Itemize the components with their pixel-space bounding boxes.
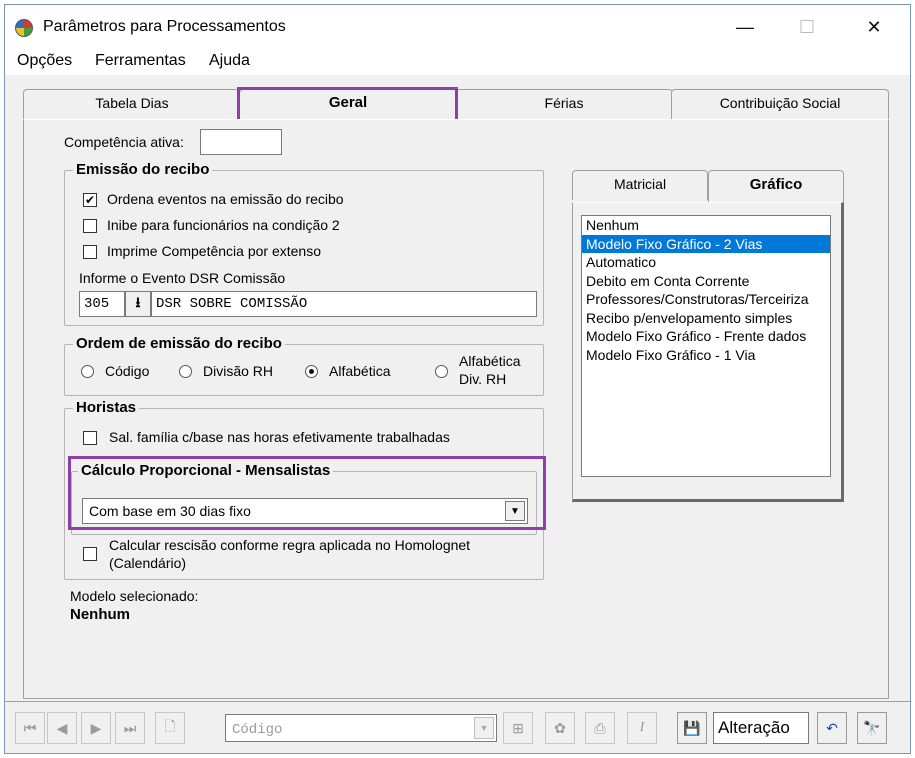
- dsr-label: Informe o Evento DSR Comissão: [79, 270, 286, 286]
- ordem-title: Ordem de emissão do recibo: [73, 335, 285, 352]
- radio-alfabetica[interactable]: [305, 365, 318, 378]
- record-search-placeholder: Código: [232, 722, 283, 738]
- modelo-list-item[interactable]: Nenhum: [582, 216, 830, 235]
- modelo-list-item[interactable]: Recibo p/envelopamento simples: [582, 309, 830, 328]
- radio-codigo-label: Código: [105, 363, 150, 379]
- next-icon: ▶: [90, 719, 102, 736]
- menu-bar: Opções Ferramentas Ajuda: [5, 47, 910, 75]
- mode-indicator: Alteração: [713, 712, 809, 744]
- subtab-matricial[interactable]: Matricial: [572, 170, 708, 200]
- save-button[interactable]: 💾: [677, 712, 707, 744]
- subtab-grafico[interactable]: Gráfico: [708, 170, 844, 202]
- modelo-list-item[interactable]: Modelo Fixo Gráfico - 2 Vias: [582, 234, 830, 253]
- prev-record-button[interactable]: ◀: [47, 712, 77, 744]
- ordena-label: Ordena eventos na emissão do recibo: [107, 191, 344, 207]
- modelo-list-item[interactable]: Modelo Fixo Gráfico - 1 Via: [582, 346, 830, 365]
- imprime-checkbox[interactable]: [83, 245, 97, 259]
- radio-alfabetica-div-rh-label-2: Div. RH: [459, 371, 507, 387]
- export-button[interactable]: ⊞: [503, 712, 533, 744]
- tab-ferias[interactable]: Férias: [455, 89, 673, 119]
- modelo-value: Nenhum: [70, 606, 130, 623]
- rescisao-checkbox[interactable]: [83, 547, 97, 561]
- gift-icon: ✿: [554, 719, 566, 736]
- inibe-label: Inibe para funcionários na condição 2: [107, 217, 340, 233]
- radio-divisao-rh[interactable]: [179, 365, 192, 378]
- modelo-list-item[interactable]: Automatico: [582, 253, 830, 272]
- highlight-geral-tab: [237, 87, 458, 123]
- title-bar: Parâmetros para Processamentos — ☐ ✕: [5, 5, 910, 47]
- subtab-panel: Nenhum Modelo Fixo Gráfico - 2 Vias Automa…: [572, 202, 844, 502]
- binoculars-icon: 🔭: [863, 719, 881, 736]
- main-window: Parâmetros para Processamentos — ☐ ✕ Opç…: [4, 4, 911, 754]
- menu-opcoes[interactable]: Opções: [17, 52, 72, 70]
- modelo-list-item[interactable]: Professores/Construtoras/Terceiriza: [582, 290, 830, 309]
- radio-alfabetica-label: Alfabética: [329, 363, 391, 379]
- rescisao-label-1: Calcular rescisão conforme regra aplicad…: [109, 537, 471, 553]
- search-button[interactable]: 🔭: [857, 712, 887, 744]
- dsr-description-field: DSR SOBRE COMISSÃO: [151, 291, 537, 317]
- radio-alfabetica-div-rh-label-1: Alfabética: [459, 353, 521, 369]
- modelo-list-item[interactable]: Modelo Fixo Gráfico - Frente dados: [582, 327, 830, 346]
- last-record-button[interactable]: ⏭: [115, 712, 145, 744]
- competencia-label: Competência ativa:: [64, 134, 184, 150]
- gift-button[interactable]: ✿: [545, 712, 575, 744]
- menu-ajuda[interactable]: Ajuda: [209, 52, 250, 70]
- maximize-button[interactable]: ☐: [784, 13, 830, 41]
- inibe-checkbox[interactable]: [83, 219, 97, 233]
- down-arrow-icon: ⭳: [135, 294, 141, 310]
- tab-contribuicao-social[interactable]: Contribuição Social: [671, 89, 889, 119]
- emissao-title: Emissão do recibo: [73, 161, 213, 178]
- undo-button[interactable]: ↶: [817, 712, 847, 744]
- sal-familia-label: Sal. família c/base nas horas efetivamen…: [109, 429, 450, 445]
- bottom-toolbar: ⏮ ◀ ▶ ⏭ 🗋 Código ▼ ⊞ ✿ ⎙ I 💾 Alteração ↶…: [5, 701, 910, 753]
- ordem-group: Ordem de emissão do recibo Código Divisã…: [64, 335, 544, 396]
- tab-tabela-dias[interactable]: Tabela Dias: [23, 89, 241, 119]
- window-title: Parâmetros para Processamentos: [43, 18, 286, 35]
- floppy-disk-icon: 💾: [683, 719, 701, 736]
- ordena-checkbox[interactable]: ✔: [83, 193, 97, 207]
- modelo-label: Modelo selecionado:: [70, 588, 199, 604]
- document-icon: 🗋: [164, 718, 176, 734]
- minimize-button[interactable]: —: [722, 13, 768, 41]
- prev-icon: ◀: [56, 719, 68, 736]
- export-icon: ⊞: [512, 719, 524, 736]
- radio-divisao-rh-label: Divisão RH: [203, 363, 274, 379]
- dsr-lookup-button[interactable]: ⭳: [125, 291, 151, 317]
- highlight-calculo: [68, 456, 546, 530]
- next-record-button[interactable]: ▶: [81, 712, 111, 744]
- competencia-input[interactable]: [200, 129, 282, 155]
- sal-familia-checkbox[interactable]: [83, 431, 97, 445]
- record-search-field[interactable]: Código ▼: [225, 714, 497, 742]
- modelos-listbox[interactable]: Nenhum Modelo Fixo Gráfico - 2 Vias Automa…: [581, 215, 831, 477]
- last-icon: ⏭: [123, 719, 137, 736]
- modelo-list-item[interactable]: Debito em Conta Corrente: [582, 272, 830, 291]
- close-button[interactable]: ✕: [851, 13, 897, 41]
- menu-ferramentas[interactable]: Ferramentas: [95, 52, 186, 70]
- radio-codigo[interactable]: [81, 365, 94, 378]
- horistas-title: Horistas: [73, 399, 140, 416]
- imprime-label: Imprime Competência por extenso: [107, 243, 321, 259]
- radio-alfabetica-div-rh[interactable]: [435, 365, 448, 378]
- first-record-button[interactable]: ⏮: [15, 712, 45, 744]
- search-dropdown-icon[interactable]: ▼: [474, 717, 494, 739]
- emissao-group: Emissão do recibo ✔ Ordena eventos na em…: [64, 161, 544, 326]
- printer-icon: ⎙: [594, 719, 606, 736]
- new-document-button[interactable]: 🗋: [155, 712, 185, 744]
- first-icon: ⏮: [23, 719, 37, 736]
- rescisao-label-2: (Calendário): [109, 555, 187, 571]
- italic-icon: I: [639, 720, 645, 735]
- undo-icon: ↶: [826, 719, 838, 736]
- print-button[interactable]: ⎙: [585, 712, 615, 744]
- italic-button[interactable]: I: [627, 712, 657, 744]
- app-logo-icon: [15, 19, 33, 37]
- dsr-code-input[interactable]: 305: [79, 291, 125, 317]
- geral-panel: Competência ativa: Emissão do recibo ✔ O…: [23, 119, 889, 699]
